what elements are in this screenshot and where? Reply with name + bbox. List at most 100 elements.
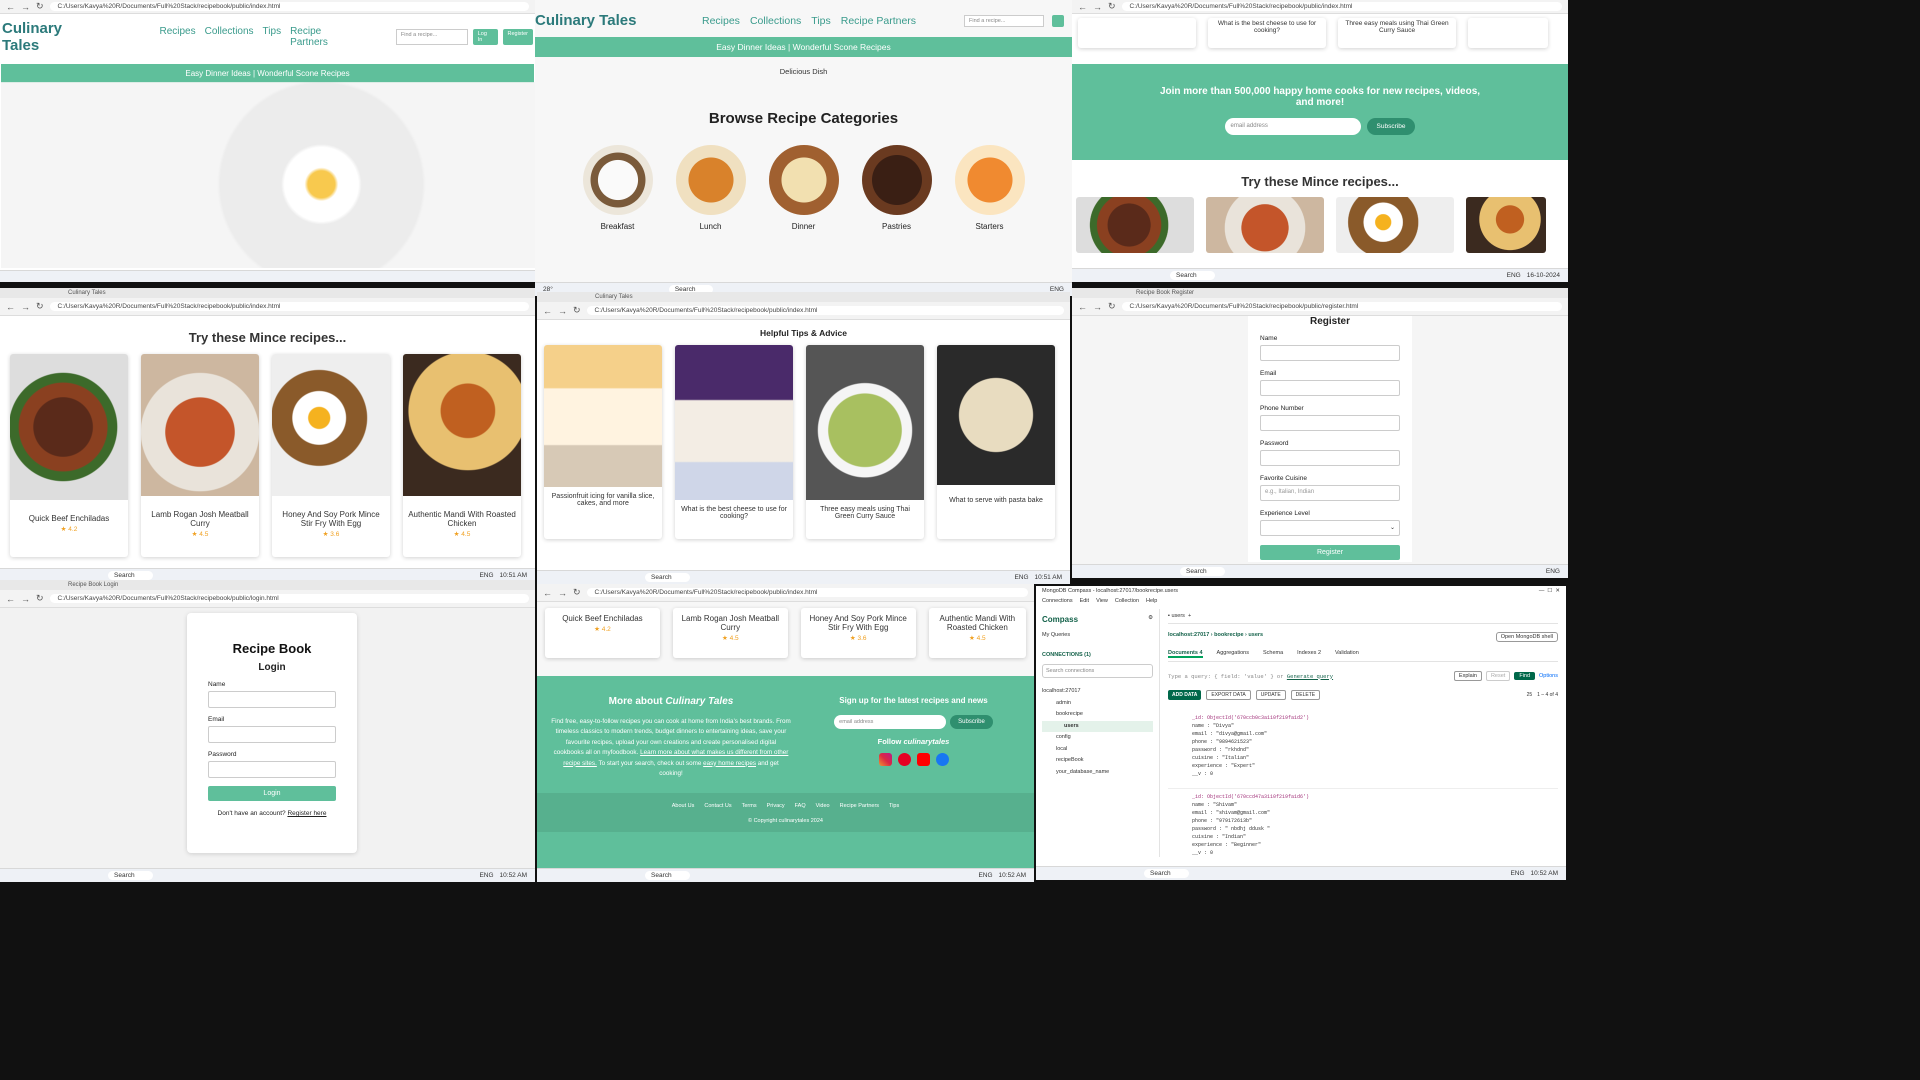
- tip-card[interactable]: Passionfruit icing for vanilla slice, ca…: [544, 345, 662, 539]
- tip-card[interactable]: What to serve with pasta bake: [937, 345, 1055, 539]
- category-pastries[interactable]: Pastries: [861, 145, 932, 231]
- taskbar-search[interactable]: Search: [1170, 271, 1215, 280]
- experience-select[interactable]: ⌄: [1260, 520, 1400, 536]
- menu-connections[interactable]: Connections: [1042, 598, 1073, 609]
- reload-icon[interactable]: ↻: [573, 305, 581, 316]
- footer-link-contact[interactable]: Contact Us: [704, 803, 731, 809]
- nav-recipe-partners[interactable]: Recipe Partners: [841, 15, 916, 27]
- forward-icon[interactable]: →: [558, 588, 567, 598]
- my-queries[interactable]: My Queries: [1042, 632, 1153, 638]
- tree-users[interactable]: users: [1042, 720, 1153, 733]
- category-starters[interactable]: Starters: [954, 145, 1025, 231]
- query-input[interactable]: Type a query: { field: 'value' } or Gene…: [1168, 673, 1450, 680]
- nav-collections[interactable]: Collections: [205, 26, 254, 48]
- document-2[interactable]: _id: ObjectId('670ccd47a3110f219fa1d6') …: [1168, 788, 1558, 857]
- mince-image[interactable]: [1466, 197, 1546, 253]
- nav-recipes[interactable]: Recipes: [702, 15, 740, 27]
- reload-icon[interactable]: ↻: [36, 301, 44, 312]
- back-icon[interactable]: ←: [543, 306, 552, 316]
- footer-link-about[interactable]: About Us: [672, 803, 695, 809]
- tree-config[interactable]: config: [1042, 732, 1153, 744]
- menu-help[interactable]: Help: [1146, 598, 1157, 609]
- search-connections-input[interactable]: Search connections: [1042, 664, 1153, 678]
- collection-tab[interactable]: ▪ users +: [1168, 613, 1558, 624]
- tab-register[interactable]: Recipe Book Register: [1136, 290, 1194, 296]
- tree-bookrecipe[interactable]: bookrecipe: [1042, 709, 1153, 721]
- back-icon[interactable]: ←: [6, 302, 15, 312]
- tip-card[interactable]: [1468, 18, 1548, 48]
- add-data-button[interactable]: ADD DATA: [1168, 690, 1202, 700]
- nav-recipe-partners[interactable]: Recipe Partners: [290, 26, 358, 48]
- instagram-icon[interactable]: [878, 753, 892, 766]
- banner[interactable]: Easy Dinner Ideas | Wonderful Scone Reci…: [535, 37, 1072, 57]
- youtube-icon[interactable]: [916, 753, 930, 766]
- address-bar[interactable]: C:/Users/Kavya%20R/Documents/Full%20Stac…: [586, 306, 1064, 315]
- nav-tips[interactable]: Tips: [811, 15, 830, 27]
- language-indicator[interactable]: ENG: [1507, 272, 1521, 279]
- facebook-icon[interactable]: [935, 753, 949, 766]
- recipe-search-input[interactable]: Find a recipe...: [395, 29, 468, 45]
- newsletter-email-input[interactable]: email address: [1224, 118, 1361, 135]
- address-bar[interactable]: C:/Users/Kavya%20R/Documents/Full%20Stac…: [586, 588, 1028, 597]
- update-button[interactable]: UPDATE: [1255, 690, 1286, 700]
- login-name-input[interactable]: [208, 691, 336, 708]
- mince-card[interactable]: Quick Beef Enchiladas ★ 4.2: [545, 608, 660, 658]
- tree-your-database[interactable]: your_database_name: [1042, 767, 1153, 779]
- tree-localhost[interactable]: localhost:27017: [1042, 686, 1153, 698]
- site-brand[interactable]: Culinary Tales: [535, 12, 702, 29]
- back-icon[interactable]: ←: [6, 2, 15, 12]
- reset-button[interactable]: Reset: [1485, 671, 1511, 681]
- settings-icon[interactable]: ⚙: [1148, 615, 1153, 624]
- login-button[interactable]: Log In: [472, 29, 498, 45]
- menu-view[interactable]: View: [1096, 598, 1108, 609]
- footer-link-terms[interactable]: Terms: [742, 803, 757, 809]
- footer-link-faq[interactable]: FAQ: [795, 803, 806, 809]
- newsletter-subscribe-button[interactable]: Subscribe: [1366, 118, 1416, 135]
- tip-card[interactable]: Three easy meals using Thai Green Curry …: [806, 345, 924, 539]
- nav-recipes[interactable]: Recipes: [159, 26, 195, 48]
- find-button[interactable]: Find: [1514, 672, 1536, 680]
- nav-collections[interactable]: Collections: [750, 15, 801, 27]
- nav-tips[interactable]: Tips: [263, 26, 282, 48]
- export-data-button[interactable]: EXPORT DATA: [1206, 690, 1251, 700]
- language-indicator[interactable]: ENG: [479, 872, 493, 879]
- site-brand[interactable]: Culinary Tales: [2, 20, 101, 54]
- tip-card[interactable]: Three easy meals using Thai Green Curry …: [1338, 18, 1456, 48]
- register-button[interactable]: Register: [502, 29, 533, 45]
- tab-schema[interactable]: Schema: [1263, 650, 1283, 658]
- login-submit-button[interactable]: Login: [208, 786, 336, 801]
- reload-icon[interactable]: ↻: [573, 587, 581, 598]
- footer-email-input[interactable]: email address: [834, 715, 947, 729]
- tab-validation[interactable]: Validation: [1335, 650, 1359, 658]
- taskbar-search[interactable]: Search: [108, 571, 153, 580]
- phone-input[interactable]: [1260, 415, 1400, 431]
- login-email-input[interactable]: [208, 726, 336, 743]
- tab-culinary[interactable]: Culinary Tales: [595, 294, 633, 300]
- category-breakfast[interactable]: Breakfast: [582, 145, 653, 231]
- back-icon[interactable]: ←: [1078, 2, 1087, 12]
- address-bar[interactable]: C:/Users/Kavya%20R/Documents/Full%20Stac…: [1121, 2, 1562, 11]
- tab-aggregations[interactable]: Aggregations: [1217, 650, 1249, 658]
- address-bar[interactable]: C:/Users/Kavya%20R/Documents/Full%20Stac…: [49, 302, 529, 311]
- address-bar[interactable]: C:/Users/Kavya%20R/Documents/Full%20Stac…: [49, 2, 529, 11]
- crumb-host[interactable]: localhost:27017: [1168, 632, 1209, 638]
- footer-link-tips[interactable]: Tips: [889, 803, 899, 809]
- menu-collection[interactable]: Collection: [1115, 598, 1139, 609]
- footer-link-privacy[interactable]: Privacy: [767, 803, 785, 809]
- page-size-select[interactable]: 25: [1527, 692, 1533, 698]
- language-indicator[interactable]: ENG: [1510, 870, 1524, 877]
- crumb-collection[interactable]: users: [1248, 632, 1263, 638]
- explain-button[interactable]: Explain: [1453, 671, 1482, 681]
- menu-edit[interactable]: Edit: [1080, 598, 1089, 609]
- taskbar-search[interactable]: Search: [108, 871, 153, 880]
- mince-card[interactable]: Honey And Soy Pork Mince Stir Fry With E…: [800, 608, 916, 658]
- login-button[interactable]: [1052, 14, 1065, 27]
- recipe-search-input[interactable]: Find a recipe...: [964, 14, 1045, 27]
- footer-easy-recipes-link[interactable]: easy home recipes: [703, 760, 756, 767]
- taskbar-search[interactable]: Search: [1144, 869, 1189, 878]
- footer-link-video[interactable]: Video: [816, 803, 830, 809]
- language-indicator[interactable]: ENG: [1014, 574, 1028, 581]
- cuisine-input[interactable]: e.g., Italian, Indian: [1260, 485, 1400, 501]
- category-lunch[interactable]: Lunch: [675, 145, 746, 231]
- options-button[interactable]: Options: [1539, 673, 1558, 679]
